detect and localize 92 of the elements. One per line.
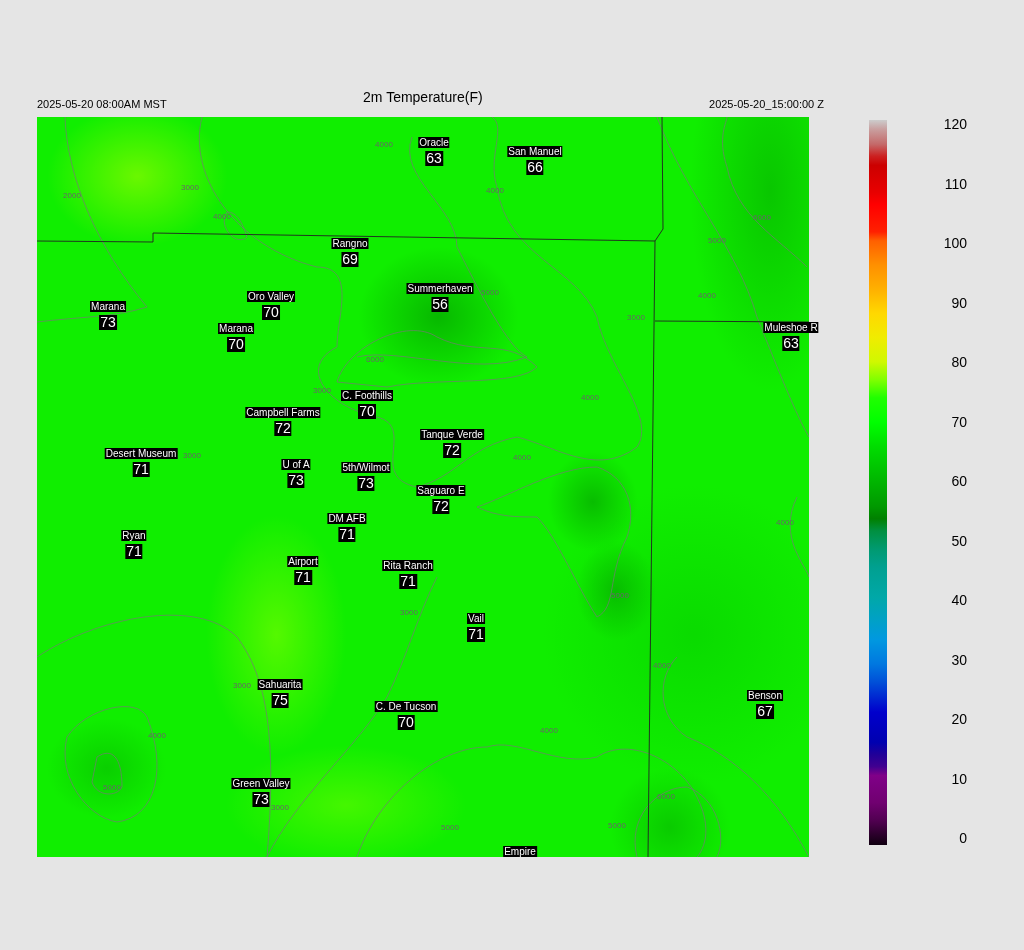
scale-tick-label: 110: [944, 176, 967, 191]
contour-label: 3000: [181, 182, 199, 192]
scale-tick-label: 60: [951, 474, 967, 488]
station-name: Oracle: [418, 137, 450, 148]
contour-label: 5000: [481, 287, 499, 297]
contour-label: 4000: [375, 139, 393, 149]
contour-label: 4000: [513, 452, 531, 462]
scale-tick-label: 70: [951, 414, 967, 429]
contour-label: 3000: [183, 450, 201, 460]
station-name: C. De Tucson: [374, 701, 438, 712]
station-name: Desert Museum: [104, 448, 178, 459]
valid-time-local: 2025-05-20 08:00AM MST: [37, 98, 167, 112]
contour-label: 3000: [233, 680, 251, 690]
contour-label: 4000: [581, 392, 599, 402]
temperature-value: 56: [431, 297, 449, 312]
station-name: Airport: [287, 556, 319, 567]
contour-label: 4000: [486, 185, 504, 195]
station-name: Ryan: [121, 530, 147, 541]
scale-tick-label: 40: [951, 593, 967, 607]
temperature-value: 63: [425, 151, 443, 166]
station-name: Summerhaven: [406, 283, 474, 294]
temperature-value: 70: [227, 337, 245, 352]
temperature-value: 71: [399, 574, 417, 589]
scale-tick-label: 10: [951, 771, 967, 786]
contour-label: 4000: [540, 725, 558, 735]
contour-label: 4000: [213, 211, 231, 221]
temperature-value: 71: [125, 544, 143, 559]
contour-label: 5000: [608, 820, 626, 830]
station-name: Oro Valley: [247, 291, 295, 302]
temperature-value: 75: [271, 693, 289, 708]
station-name: Rangno: [331, 238, 369, 249]
contour-label: 4000: [653, 660, 671, 670]
scale-tick-label: 80: [951, 355, 967, 369]
temperature-value: 72: [443, 443, 461, 458]
contour-label: 6000: [657, 791, 675, 801]
contour-label: 5000: [441, 822, 459, 832]
contour-label: 5000: [103, 782, 121, 792]
contour-label: 4000: [776, 517, 794, 527]
scale-tick-label: 90: [951, 295, 967, 310]
station-name: Empire: [503, 846, 537, 857]
valid-time-utc: 2025-05-20_15:00:00 Z: [709, 98, 824, 112]
temperature-value: 72: [432, 499, 450, 514]
temperature-value: 70: [397, 715, 415, 730]
station-name: C. Foothills: [341, 390, 393, 401]
temperature-value: 70: [262, 305, 280, 320]
station-name: Campbell Farms: [245, 407, 321, 418]
contour-label: 3000: [271, 802, 289, 812]
contour-label: 3000: [627, 312, 645, 322]
station-name: Marana: [218, 323, 254, 334]
station-name: 5th/Wilmot: [341, 462, 391, 473]
temperature-value: 73: [357, 476, 375, 491]
scale-tick-label: 50: [951, 533, 967, 548]
scale-tick-label: 120: [943, 117, 967, 131]
temperature-value: 72: [274, 421, 292, 436]
temperature-value: 73: [287, 473, 305, 488]
station-name: Vail: [467, 613, 485, 624]
temperature-value: 71: [467, 627, 485, 642]
contour-label: 2000: [63, 190, 81, 200]
contour-label: 6000: [753, 212, 771, 222]
contour-label: 5000: [611, 590, 629, 600]
temperature-value: 70: [358, 404, 376, 419]
station-name: Sahuarita: [257, 679, 303, 690]
temperature-value: 69: [341, 252, 359, 267]
map-title: 2m Temperature(F): [363, 89, 483, 107]
station-name: Green Valley: [231, 778, 291, 789]
temperature-value: 73: [99, 315, 117, 330]
temperature-value: 66: [526, 160, 544, 175]
contour-label: 4000: [148, 730, 166, 740]
temperature-value: 63: [782, 336, 800, 351]
station-name: U of A: [281, 459, 311, 470]
temperature-value: 71: [132, 462, 150, 477]
contour-label: 3000: [400, 607, 418, 617]
scale-tick-label: 0: [959, 831, 967, 845]
station-name: Tanque Verde: [420, 429, 484, 440]
scale-tick-label: 20: [951, 712, 967, 726]
scale-tick-label: 30: [951, 652, 967, 667]
temperature-value: 71: [338, 527, 356, 542]
station-name: Saguaro E: [416, 485, 466, 496]
temperature-value: 67: [756, 704, 774, 719]
station-name: San Manuel: [507, 146, 563, 157]
contour-label: 6000: [366, 354, 384, 364]
temperature-value: 71: [294, 570, 312, 585]
station-name: Marana: [90, 301, 126, 312]
scale-tick-label: 100: [943, 236, 967, 250]
contour-label: 5000: [708, 235, 726, 245]
contour-label: 4000: [698, 290, 716, 300]
temperature-value: 73: [252, 792, 270, 807]
contour-label: 3000: [313, 385, 331, 395]
station-name: DM AFB: [327, 513, 367, 524]
station-name: Benson: [747, 690, 783, 701]
station-name: Muleshoe R: [763, 322, 819, 333]
station-name: Rita Ranch: [382, 560, 434, 571]
